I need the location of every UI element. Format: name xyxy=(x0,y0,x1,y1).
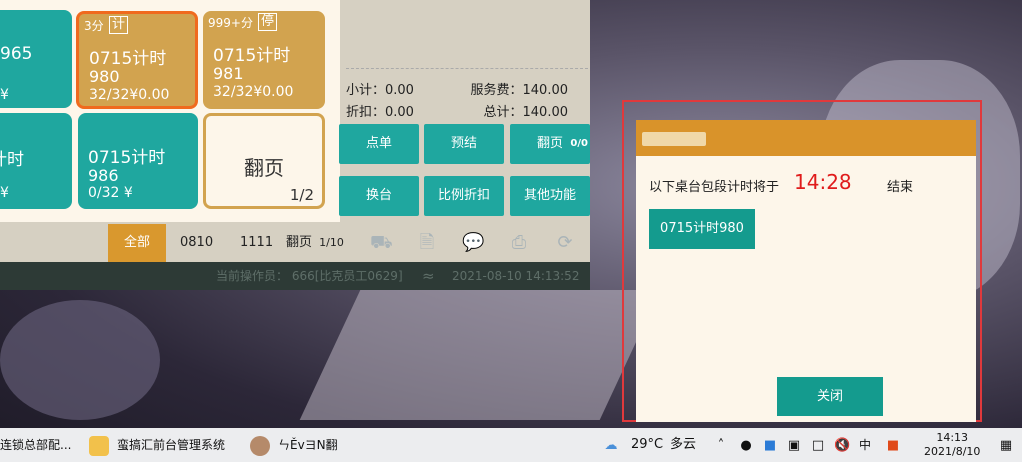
taskbar: 连锁总部配... 蛮搞汇前台管理系统 ㄣĚvヨΝ翻 ☁ 29°C 多云 ˄ ● … xyxy=(0,428,1022,462)
document-icon[interactable]: 🗎 xyxy=(416,233,438,253)
chevron-up-icon[interactable]: ˄ xyxy=(713,438,729,454)
prepay-button[interactable]: 预结 xyxy=(424,124,504,164)
table-name: 0715计时 xyxy=(88,148,166,168)
filter-all[interactable]: 全部 xyxy=(108,224,166,262)
table-tile[interactable]: 965 ¥ xyxy=(0,10,72,108)
table-tile[interactable]: 计时 ¥ xyxy=(0,113,72,209)
wifi-icon: ≈ xyxy=(422,267,435,285)
refresh-icon[interactable]: ⟳ xyxy=(554,233,576,253)
other-functions-button[interactable]: 其他功能 xyxy=(510,176,590,216)
clock-date: 2021/8/10 xyxy=(924,445,981,458)
table-name: 0715计时 xyxy=(213,46,291,66)
change-table-button[interactable]: 换台 xyxy=(339,176,419,216)
ratio-discount-button[interactable]: 比例折扣 xyxy=(424,176,504,216)
current-operator: 当前操作员： 666[比克员工0629] xyxy=(216,269,403,283)
area-filter-bar: 全部 0810 1111 翻页 1/10 ⛟ 🗎 💬 ⎙ ⟳ xyxy=(0,224,590,262)
weather-icon: ☁ xyxy=(604,438,618,453)
sogou-icon[interactable]: ■ xyxy=(885,438,901,454)
network-icon[interactable]: □ xyxy=(810,438,826,454)
status-bar: 当前操作员： 666[比克员工0629] ≈ 2021-08-10 14:13:… xyxy=(0,262,590,290)
table-tile-selected[interactable]: 3分 计 0715计时 980 32/32¥0.00 xyxy=(76,11,198,109)
table-tile[interactable]: 0715计时 986 0/32 ¥ xyxy=(78,113,198,209)
blurred-title xyxy=(642,132,706,146)
taskbar-app-pos[interactable]: 蛮搞汇前台管理系统 xyxy=(117,428,225,462)
filter-page-number: 1/10 xyxy=(319,236,344,249)
clock-time: 14:13 xyxy=(936,431,969,444)
filter-area-0810[interactable]: 0810 xyxy=(180,224,213,262)
taskbar-app-chain[interactable]: 连锁总部配... xyxy=(0,428,71,462)
order-button[interactable]: 点单 xyxy=(339,124,419,164)
table-chip[interactable]: 0715计时980 xyxy=(649,209,755,249)
time-tag: 3分 xyxy=(84,19,104,33)
end-time: 14:28 xyxy=(794,170,852,194)
page-count: 0/0 xyxy=(570,138,588,149)
timer-badge: 计 xyxy=(109,16,129,34)
table-number: 980 xyxy=(89,67,120,86)
screen-icon[interactable]: ▣ xyxy=(786,438,802,454)
table-grid: 965 ¥ 3分 计 0715计时 980 32/32¥0.00 999+分 停… xyxy=(0,0,340,222)
printer-icon[interactable]: ⎙ xyxy=(508,233,530,253)
weather-desc[interactable]: 多云 xyxy=(670,428,696,462)
background-shape xyxy=(0,300,160,420)
page-button-label: 翻页 xyxy=(536,136,563,151)
page-indicator: 1/2 xyxy=(289,186,314,204)
table-name: 计时 xyxy=(0,150,24,170)
table-name: 0715计时 xyxy=(89,49,167,69)
dialog-message: 以下桌台包段计时将于 xyxy=(649,180,780,195)
dialog-end-label: 结束 xyxy=(887,180,914,195)
table-status: 32/32¥0.00 xyxy=(213,84,294,100)
dialog-header xyxy=(636,120,976,156)
table-status: 0/32 ¥ xyxy=(88,185,133,201)
filter-page-button[interactable]: 翻页 1/10 xyxy=(286,224,344,262)
table-number: 981 xyxy=(213,64,244,83)
bill-summary: 小计：0.00 服务费：140.00 折扣：0.00 总计：140.00 xyxy=(346,68,588,123)
table-status: ¥ xyxy=(0,87,9,103)
pos-window: 965 ¥ 3分 计 0715计时 980 32/32¥0.00 999+分 停… xyxy=(0,0,590,290)
page-tile-label: 翻页 xyxy=(244,156,284,180)
filter-area-1111[interactable]: 1111 xyxy=(240,224,273,262)
discount: 折扣：0.00 xyxy=(346,105,414,120)
app-tray-icon[interactable]: ■ xyxy=(762,438,778,454)
time-tag: 999+分 xyxy=(208,16,253,30)
table-number: 986 xyxy=(88,166,119,185)
table-number: 965 xyxy=(0,44,33,64)
avatar-icon xyxy=(250,436,270,456)
total: 总计：140.00 xyxy=(483,105,569,120)
page-button[interactable]: 翻页 0/0 xyxy=(510,124,590,164)
page-tile[interactable]: 翻页 1/2 xyxy=(203,113,325,209)
ime-indicator[interactable]: 中 xyxy=(859,428,871,462)
weather-temp[interactable]: 29°C xyxy=(631,428,663,462)
timer-reminder-dialog: 以下桌台包段计时将于 14:28 结束 0715计时980 关闭 xyxy=(636,120,976,422)
table-tile[interactable]: 999+分 停 0715计时 981 32/32¥0.00 xyxy=(203,11,325,109)
table-status: 32/32¥0.00 xyxy=(89,87,170,103)
notification-icon[interactable]: ▦ xyxy=(998,438,1014,454)
close-button[interactable]: 关闭 xyxy=(777,377,883,416)
taskbar-clock[interactable]: 14:13 2021/8/10 xyxy=(924,431,980,459)
message-icon[interactable]: 💬 xyxy=(462,233,484,253)
volume-muted-icon[interactable]: 🔇 xyxy=(834,438,850,454)
service-fee: 服务费：140.00 xyxy=(470,83,569,98)
table-status: ¥ xyxy=(0,185,9,201)
background-shape xyxy=(299,290,661,420)
subtotal: 小计：0.00 xyxy=(346,83,414,98)
qq-icon[interactable]: ● xyxy=(738,438,754,454)
taskbar-app-chat[interactable]: ㄣĚvヨΝ翻 xyxy=(278,428,338,462)
pos-app-icon xyxy=(89,436,109,456)
delivery-icon[interactable]: ⛟ xyxy=(370,233,393,253)
status-datetime: 2021-08-10 14:13:52 xyxy=(452,269,580,283)
paused-badge: 停 xyxy=(258,13,278,31)
filter-page-label: 翻页 xyxy=(286,235,313,250)
